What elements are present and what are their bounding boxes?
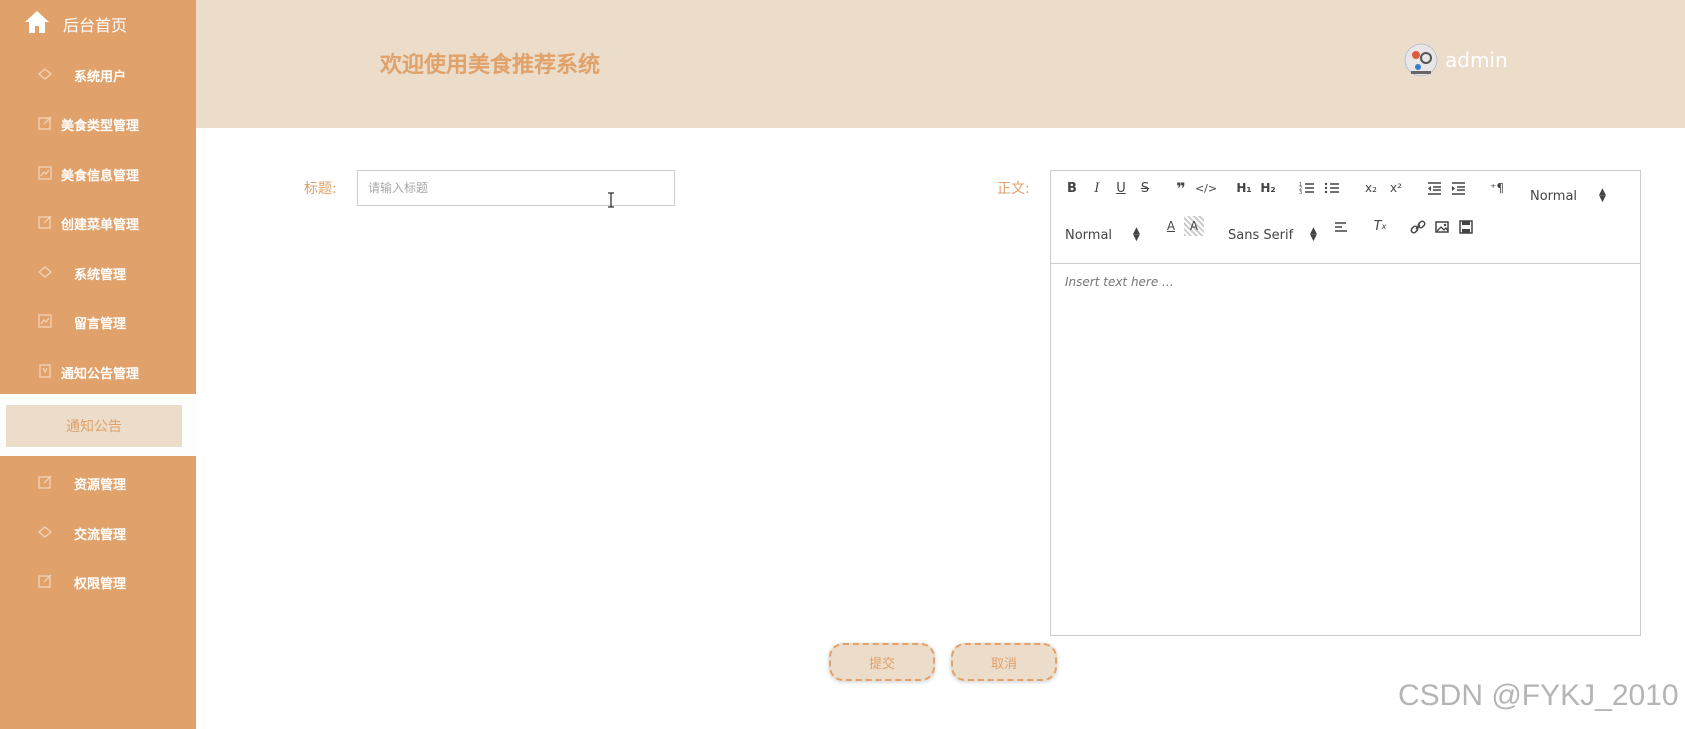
image-icon[interactable] [1432, 217, 1452, 237]
header-picker-value: Normal [1530, 189, 1578, 204]
indent-icon[interactable] [1448, 178, 1468, 198]
header2-icon[interactable]: H₂ [1258, 178, 1278, 198]
picker-arrow-icon: ▲ ▼ [1310, 226, 1317, 243]
size-picker-value: Normal [1065, 228, 1113, 243]
font-picker-value: Sans Serif [1228, 228, 1294, 243]
editor-toolbar: B I U S ❞ </> H₁ H₂ 123 x₂ x² ⁺¶ Normal … [1051, 171, 1640, 264]
sidebar-item-label: 美食类型管理 [60, 119, 139, 134]
background-color-icon[interactable]: A [1184, 216, 1204, 236]
home-label: 后台首页 [63, 16, 128, 35]
sidebar-item-label: 交流管理 [73, 528, 126, 543]
username[interactable]: admin [1445, 48, 1508, 72]
ordered-list-icon[interactable]: 123 [1297, 178, 1317, 198]
header-picker[interactable]: Normal ▲ ▼ [1530, 187, 1608, 205]
blockquote-icon[interactable]: ❞ [1171, 178, 1191, 198]
sidebar-item-permissions[interactable]: 权限管理 [0, 559, 196, 603]
sidebar: 后台首页 系统用户 美食类型管理 美食信息管理 创建菜单管理 系统管理 留言管理… [0, 0, 196, 729]
sidebar-subitem-notices[interactable]: 通知公告 [6, 405, 182, 447]
sidebar-item-resources[interactable]: 资源管理 [0, 460, 196, 504]
editor-placeholder: Insert text here ... [1065, 275, 1174, 289]
italic-icon[interactable]: I [1087, 178, 1107, 198]
picker-arrow-icon: ▲ ▼ [1133, 226, 1140, 243]
title-input[interactable] [357, 170, 675, 206]
align-left-icon[interactable] [1331, 217, 1351, 237]
watermark: CSDN @FYKJ_2010 [1398, 679, 1679, 712]
underline-icon[interactable]: U [1111, 178, 1131, 198]
sidebar-item-label: 通知公告管理 [60, 367, 139, 382]
title-label: 标题: [304, 181, 337, 197]
subscript-icon[interactable]: x₂ [1361, 178, 1381, 198]
font-color-icon[interactable]: A [1161, 216, 1181, 236]
text-cursor-icon [606, 192, 616, 208]
font-picker[interactable]: Sans Serif ▲ ▼ [1228, 226, 1320, 244]
sidebar-item-system-manage[interactable]: 系统管理 [0, 250, 196, 294]
bold-icon[interactable]: B [1062, 178, 1082, 198]
sidebar-item-label: 留言管理 [73, 317, 126, 332]
cancel-button[interactable]: 取消 [951, 643, 1057, 681]
code-block-icon[interactable]: </> [1195, 178, 1217, 198]
sidebar-item-food-info[interactable]: 美食信息管理 [0, 151, 196, 195]
sidebar-item-exchange[interactable]: 交流管理 [0, 510, 196, 554]
sidebar-item-label: 创建菜单管理 [60, 218, 139, 233]
bullet-list-icon[interactable] [1322, 178, 1342, 198]
home-link[interactable]: 后台首页 [0, 0, 196, 44]
sidebar-item-label: 系统用户 [73, 70, 126, 85]
sidebar-item-label: 资源管理 [73, 478, 126, 493]
clear-format-icon[interactable]: Tx [1370, 216, 1390, 236]
video-icon[interactable] [1456, 217, 1476, 237]
header1-icon[interactable]: H₁ [1234, 178, 1254, 198]
submit-button[interactable]: 提交 [829, 643, 935, 681]
size-picker[interactable]: Normal ▲ ▼ [1065, 226, 1143, 244]
page-title: 欢迎使用美食推荐系统 [380, 53, 601, 78]
submenu-panel: 通知公告 [0, 394, 196, 456]
home-icon [24, 10, 50, 34]
avatar[interactable] [1404, 43, 1438, 77]
sidebar-item-label: 美食信息管理 [60, 169, 139, 184]
picker-arrow-icon: ▲ ▼ [1599, 187, 1606, 204]
sidebar-item-notices-manage[interactable]: 通知公告管理 [0, 349, 196, 393]
sidebar-item-label: 权限管理 [73, 577, 126, 592]
rich-text-editor[interactable]: B I U S ❞ </> H₁ H₂ 123 x₂ x² ⁺¶ Normal … [1050, 170, 1641, 636]
sidebar-item-system-users[interactable]: 系统用户 [0, 52, 196, 96]
text-direction-icon[interactable]: ⁺¶ [1487, 178, 1507, 198]
link-icon[interactable] [1408, 217, 1428, 237]
outdent-icon[interactable] [1424, 178, 1444, 198]
content-label: 正文: [997, 181, 1030, 197]
svg-text:3: 3 [1299, 190, 1302, 196]
sidebar-item-label: 系统管理 [73, 268, 126, 283]
superscript-icon[interactable]: x² [1386, 178, 1406, 198]
top-header: 欢迎使用美食推荐系统 admin [196, 0, 1685, 128]
strike-icon[interactable]: S [1135, 178, 1155, 198]
sidebar-item-menu-create[interactable]: 创建菜单管理 [0, 200, 196, 244]
sidebar-item-food-type[interactable]: 美食类型管理 [0, 101, 196, 145]
sidebar-item-messages[interactable]: 留言管理 [0, 299, 196, 343]
